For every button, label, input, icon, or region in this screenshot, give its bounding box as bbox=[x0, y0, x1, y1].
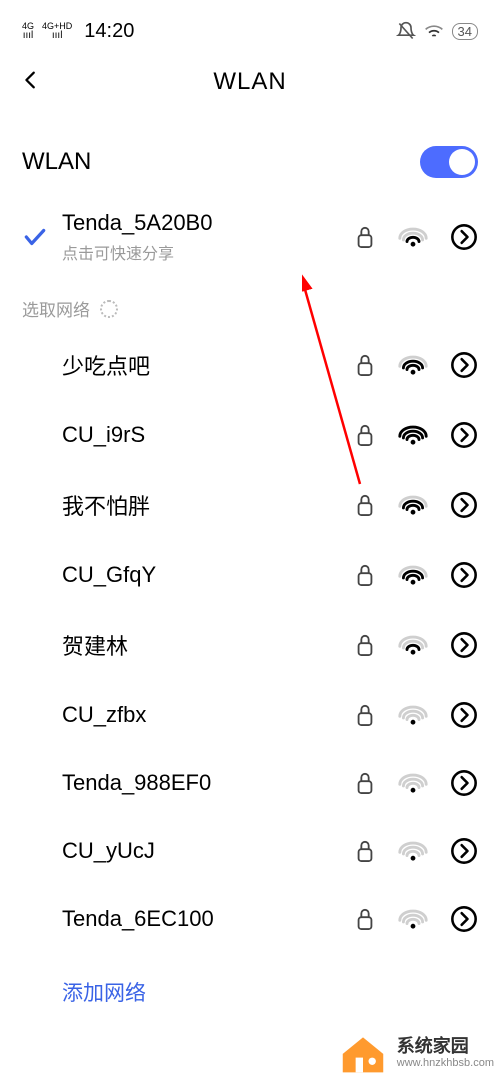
network-row[interactable]: 少吃点吧 bbox=[22, 329, 478, 401]
choose-network-label: 选取网络 bbox=[22, 278, 478, 329]
network-ssid: CU_yUcJ bbox=[62, 838, 354, 864]
wlan-toggle[interactable] bbox=[420, 146, 478, 178]
detail-chevron-icon[interactable] bbox=[450, 837, 478, 865]
status-bar: 4Gıııl 4G+HDıııl 14:20 34 bbox=[0, 0, 500, 46]
network-row[interactable]: Tenda_988EF0 bbox=[22, 749, 478, 817]
network-row[interactable]: CU_GfqY bbox=[22, 541, 478, 609]
wifi-icon bbox=[398, 771, 428, 795]
loading-spinner-icon bbox=[100, 300, 118, 318]
network-row[interactable]: 贺建林 bbox=[22, 609, 478, 681]
connected-name-col: Tenda_5A20B0 点击可快速分享 bbox=[62, 210, 354, 264]
status-time: 14:20 bbox=[84, 20, 134, 43]
network-name-col: Tenda_988EF0 bbox=[22, 770, 354, 796]
watermark-logo-icon bbox=[335, 1030, 391, 1076]
wlan-label: WLAN bbox=[22, 148, 91, 176]
wifi-status-icon bbox=[424, 23, 444, 39]
network-ssid: CU_i9rS bbox=[62, 422, 354, 448]
wifi-icon bbox=[398, 633, 428, 657]
network-name-col: CU_i9rS bbox=[22, 422, 354, 448]
network-name-col: Tenda_6EC100 bbox=[22, 906, 354, 932]
back-button[interactable] bbox=[20, 64, 42, 96]
detail-chevron-icon[interactable] bbox=[450, 701, 478, 729]
network-name-col: CU_yUcJ bbox=[22, 838, 354, 864]
lock-icon bbox=[354, 422, 376, 448]
connected-ssid: Tenda_5A20B0 bbox=[62, 210, 354, 236]
wifi-icon bbox=[398, 493, 428, 517]
lock-icon bbox=[354, 352, 376, 378]
lock-icon bbox=[354, 562, 376, 588]
detail-chevron-icon[interactable] bbox=[450, 769, 478, 797]
watermark-url: www.hnzkhbsb.com bbox=[397, 1057, 494, 1069]
detail-chevron-icon[interactable] bbox=[450, 491, 478, 519]
detail-chevron-icon[interactable] bbox=[450, 351, 478, 379]
network-ssid: 贺建林 bbox=[62, 629, 354, 661]
dnd-icon bbox=[396, 21, 416, 41]
network-row[interactable]: CU_yUcJ bbox=[22, 817, 478, 885]
network-ssid: CU_zfbx bbox=[62, 702, 354, 728]
connected-check-icon bbox=[22, 224, 62, 250]
network-row[interactable]: CU_i9rS bbox=[22, 401, 478, 469]
wifi-icon bbox=[398, 423, 428, 447]
network-name-col: CU_zfbx bbox=[22, 702, 354, 728]
wifi-icon bbox=[398, 563, 428, 587]
wifi-icon bbox=[398, 907, 428, 931]
network-name-col: 少吃点吧 bbox=[22, 349, 354, 381]
wifi-icon bbox=[398, 225, 428, 249]
network-name-col: CU_GfqY bbox=[22, 562, 354, 588]
signal-2-icon: 4G+HDıııl bbox=[42, 22, 72, 41]
wifi-icon bbox=[398, 839, 428, 863]
header: WLAN bbox=[0, 52, 500, 112]
lock-icon bbox=[354, 770, 376, 796]
detail-chevron-icon[interactable] bbox=[450, 905, 478, 933]
status-left: 4Gıııl 4G+HDıııl 14:20 bbox=[22, 20, 134, 43]
lock-icon bbox=[354, 224, 376, 250]
network-row[interactable]: Tenda_6EC100 bbox=[22, 885, 478, 953]
watermark: 系统家园 www.hnzkhbsb.com bbox=[329, 1026, 500, 1080]
network-ssid: Tenda_988EF0 bbox=[62, 770, 354, 796]
connected-network-row[interactable]: Tenda_5A20B0 点击可快速分享 bbox=[22, 196, 478, 278]
detail-chevron-icon[interactable] bbox=[450, 561, 478, 589]
connected-hint: 点击可快速分享 bbox=[62, 240, 354, 264]
network-row[interactable]: CU_zfbx bbox=[22, 681, 478, 749]
network-ssid: 少吃点吧 bbox=[62, 349, 354, 381]
network-ssid: 我不怕胖 bbox=[62, 489, 354, 521]
network-row[interactable]: 我不怕胖 bbox=[22, 469, 478, 541]
lock-icon bbox=[354, 632, 376, 658]
page-title: WLAN bbox=[213, 68, 286, 96]
wifi-icon bbox=[398, 353, 428, 377]
network-name-col: 我不怕胖 bbox=[22, 489, 354, 521]
wlan-toggle-row: WLAN bbox=[22, 112, 478, 196]
network-ssid: CU_GfqY bbox=[62, 562, 354, 588]
battery-indicator: 34 bbox=[452, 23, 478, 40]
detail-chevron-icon[interactable] bbox=[450, 631, 478, 659]
lock-icon bbox=[354, 906, 376, 932]
wifi-icon bbox=[398, 703, 428, 727]
lock-icon bbox=[354, 702, 376, 728]
status-right: 34 bbox=[396, 21, 478, 41]
lock-icon bbox=[354, 838, 376, 864]
signal-1-icon: 4Gıııl bbox=[22, 22, 34, 41]
network-list: 少吃点吧 CU_i9rS 我不怕胖 bbox=[22, 329, 478, 953]
network-ssid: Tenda_6EC100 bbox=[62, 906, 354, 932]
detail-chevron-icon[interactable] bbox=[450, 223, 478, 251]
detail-chevron-icon[interactable] bbox=[450, 421, 478, 449]
watermark-title: 系统家园 bbox=[397, 1037, 494, 1057]
network-name-col: 贺建林 bbox=[22, 629, 354, 661]
lock-icon bbox=[354, 492, 376, 518]
add-network-button[interactable]: 添加网络 bbox=[22, 953, 478, 1007]
